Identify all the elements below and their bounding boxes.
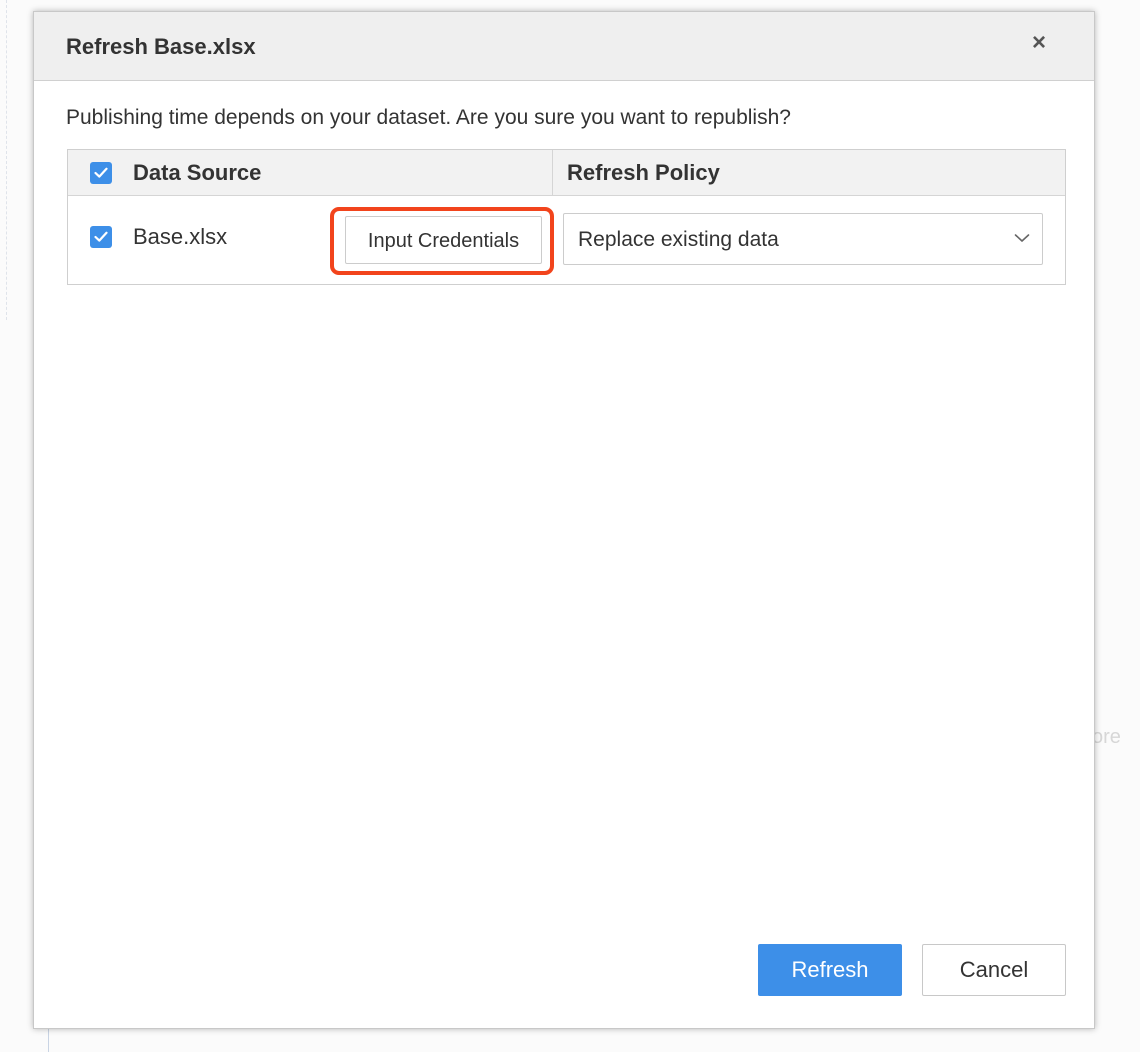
refresh-dialog: Refresh Base.xlsx × Publishing time depe… xyxy=(33,11,1095,1029)
confirmation-message: Publishing time depends on your dataset.… xyxy=(66,106,791,129)
table-header: Data Source Refresh Policy xyxy=(68,150,1065,196)
input-credentials-button[interactable]: Input Credentials xyxy=(345,216,542,264)
chevron-down-icon xyxy=(1014,234,1030,242)
column-header-data-source: Data Source xyxy=(133,160,262,185)
background-hint-text: ore xyxy=(1092,726,1121,748)
refresh-button[interactable]: Refresh xyxy=(758,944,902,996)
check-icon xyxy=(94,167,108,178)
close-icon[interactable]: × xyxy=(1024,28,1054,58)
refresh-policy-value: Replace existing data xyxy=(578,228,779,251)
background-divider xyxy=(48,1026,49,1052)
column-divider xyxy=(552,150,553,195)
data-source-name: Base.xlsx xyxy=(133,224,228,249)
dialog-title: Refresh Base.xlsx xyxy=(66,34,256,59)
check-icon xyxy=(94,231,108,242)
data-source-table: Data Source Refresh Policy Base.xlsx Inp… xyxy=(67,149,1066,285)
dialog-header: Refresh Base.xlsx × xyxy=(34,12,1094,81)
background-guide-line xyxy=(6,0,7,320)
row-checkbox[interactable] xyxy=(90,226,112,248)
select-all-checkbox[interactable] xyxy=(90,162,112,184)
column-header-refresh-policy: Refresh Policy xyxy=(567,160,720,185)
cancel-button[interactable]: Cancel xyxy=(922,944,1066,996)
refresh-policy-select[interactable]: Replace existing data xyxy=(563,213,1043,265)
